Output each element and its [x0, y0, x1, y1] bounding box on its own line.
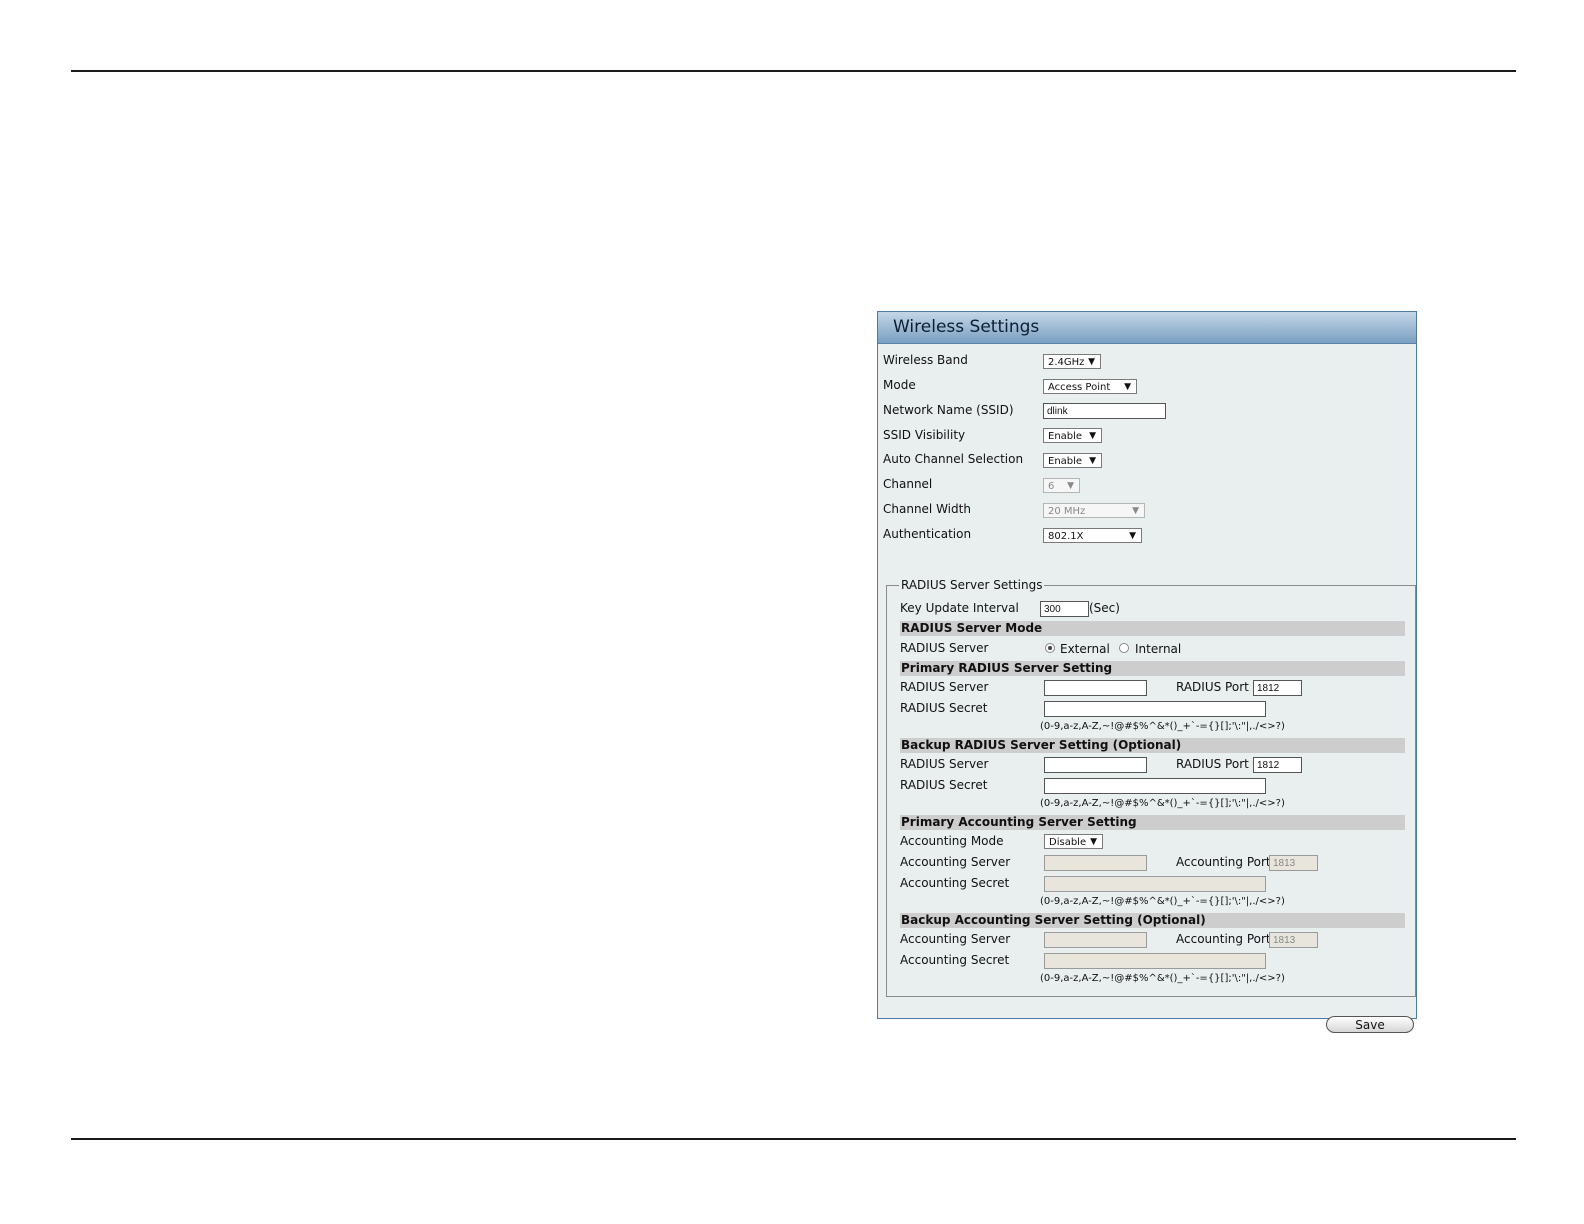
chevron-down-icon: ▼: [1129, 531, 1136, 541]
ssid-visibility-select[interactable]: Enable ▼: [1043, 428, 1102, 443]
backup-radius-port-input[interactable]: [1253, 757, 1302, 773]
backup-accounting-secret-label: Accounting Secret: [900, 953, 1010, 967]
chevron-down-icon: ▼: [1089, 456, 1096, 466]
key-update-label: Key Update Interval: [900, 601, 1019, 615]
radio-external[interactable]: [1045, 643, 1055, 653]
channel-width-label: Channel Width: [883, 502, 971, 516]
backup-accounting-port-label: Accounting Port: [1176, 932, 1271, 946]
mode-value: Access Point: [1048, 382, 1111, 393]
radius-settings-fieldset: RADIUS Server Settings Key Update Interv…: [886, 578, 1416, 997]
wireless-band-select[interactable]: 2.4GHz ▼: [1043, 354, 1101, 369]
radio-internal-label: Internal: [1135, 642, 1182, 656]
accounting-mode-label: Accounting Mode: [900, 834, 1004, 848]
mode-select[interactable]: Access Point ▼: [1043, 379, 1137, 394]
ssid-label: Network Name (SSID): [883, 403, 1014, 417]
wireless-band-value: 2.4GHz: [1048, 357, 1085, 368]
primary-accounting-secret-label: Accounting Secret: [900, 876, 1010, 890]
backup-radius-secret-label: RADIUS Secret: [900, 778, 988, 792]
chevron-down-icon: ▼: [1132, 506, 1139, 516]
radius-server-mode-label: RADIUS Server: [900, 641, 989, 655]
accounting-mode-value: Disable: [1049, 837, 1087, 848]
backup-accounting-port-input[interactable]: [1269, 932, 1318, 948]
backup-radius-server-label: RADIUS Server: [900, 757, 989, 771]
primary-radius-secret-hint: (0-9,a-z,A-Z,~!@#$%^&*()_+`-={}[];'\:"|,…: [1040, 721, 1285, 732]
authentication-select[interactable]: 802.1X ▼: [1043, 528, 1142, 543]
radio-external-label: External: [1060, 642, 1110, 656]
chevron-down-icon: ▼: [1089, 431, 1096, 441]
radius-settings-legend: RADIUS Server Settings: [899, 578, 1045, 592]
primary-radius-server-label: RADIUS Server: [900, 680, 989, 694]
authentication-value: 802.1X: [1048, 531, 1084, 542]
radio-internal[interactable]: [1119, 643, 1129, 653]
panel-title: Wireless Settings: [878, 312, 1416, 344]
bottom-divider: [71, 1138, 1516, 1140]
channel-value: 6: [1048, 481, 1055, 492]
primary-accounting-secret-hint: (0-9,a-z,A-Z,~!@#$%^&*()_+`-={}[];'\:"|,…: [1040, 896, 1285, 907]
backup-accounting-heading: Backup Accounting Server Setting (Option…: [900, 913, 1405, 928]
key-update-input[interactable]: [1040, 601, 1089, 617]
auto-channel-value: Enable: [1048, 456, 1083, 467]
backup-accounting-secret-hint: (0-9,a-z,A-Z,~!@#$%^&*()_+`-={}[];'\:"|,…: [1040, 973, 1285, 984]
chevron-down-icon: ▼: [1067, 481, 1074, 491]
primary-accounting-server-input[interactable]: [1044, 855, 1147, 871]
ssid-visibility-label: SSID Visibility: [883, 428, 966, 442]
wireless-band-label: Wireless Band: [883, 353, 968, 367]
chevron-down-icon: ▼: [1090, 837, 1097, 847]
primary-accounting-port-input[interactable]: [1269, 855, 1318, 871]
wireless-settings-panel: Wireless Settings Wireless Band 2.4GHz ▼…: [877, 311, 1417, 1033]
primary-accounting-port-label: Accounting Port: [1176, 855, 1271, 869]
backup-radius-secret-hint: (0-9,a-z,A-Z,~!@#$%^&*()_+`-={}[];'\:"|,…: [1040, 798, 1285, 809]
primary-accounting-heading: Primary Accounting Server Setting: [900, 815, 1405, 830]
backup-accounting-server-label: Accounting Server: [900, 932, 1011, 946]
primary-radius-secret-label: RADIUS Secret: [900, 701, 988, 715]
channel-select[interactable]: 6 ▼: [1043, 478, 1080, 493]
accounting-mode-select[interactable]: Disable ▼: [1044, 834, 1103, 849]
auto-channel-label: Auto Channel Selection: [883, 452, 1024, 466]
save-button[interactable]: Save: [1326, 1016, 1414, 1033]
primary-accounting-server-label: Accounting Server: [900, 855, 1011, 869]
backup-radius-heading: Backup RADIUS Server Setting (Optional): [900, 738, 1405, 753]
channel-width-select[interactable]: 20 MHz ▼: [1043, 503, 1145, 518]
primary-radius-port-input[interactable]: [1253, 680, 1302, 696]
backup-accounting-secret-input[interactable]: [1044, 953, 1266, 969]
backup-radius-secret-input[interactable]: [1044, 778, 1266, 794]
primary-radius-secret-input[interactable]: [1044, 701, 1266, 717]
channel-width-value: 20 MHz: [1048, 506, 1086, 517]
channel-label: Channel: [883, 477, 933, 491]
backup-radius-port-label: RADIUS Port: [1176, 757, 1249, 771]
radius-server-mode-heading: RADIUS Server Mode: [900, 621, 1405, 636]
mode-label: Mode: [883, 378, 916, 392]
chevron-down-icon: ▼: [1088, 357, 1095, 367]
primary-radius-server-input[interactable]: [1044, 680, 1147, 696]
ssid-visibility-value: Enable: [1048, 431, 1083, 442]
ssid-input[interactable]: [1043, 403, 1166, 419]
primary-radius-heading: Primary RADIUS Server Setting: [900, 661, 1405, 676]
primary-accounting-secret-input[interactable]: [1044, 876, 1266, 892]
authentication-label: Authentication: [883, 527, 972, 541]
top-divider: [71, 70, 1516, 72]
backup-radius-server-input[interactable]: [1044, 757, 1147, 773]
primary-radius-port-label: RADIUS Port: [1176, 680, 1249, 694]
chevron-down-icon: ▼: [1124, 382, 1131, 392]
auto-channel-select[interactable]: Enable ▼: [1043, 453, 1102, 468]
key-update-unit: (Sec): [1089, 601, 1120, 615]
backup-accounting-server-input[interactable]: [1044, 932, 1147, 948]
